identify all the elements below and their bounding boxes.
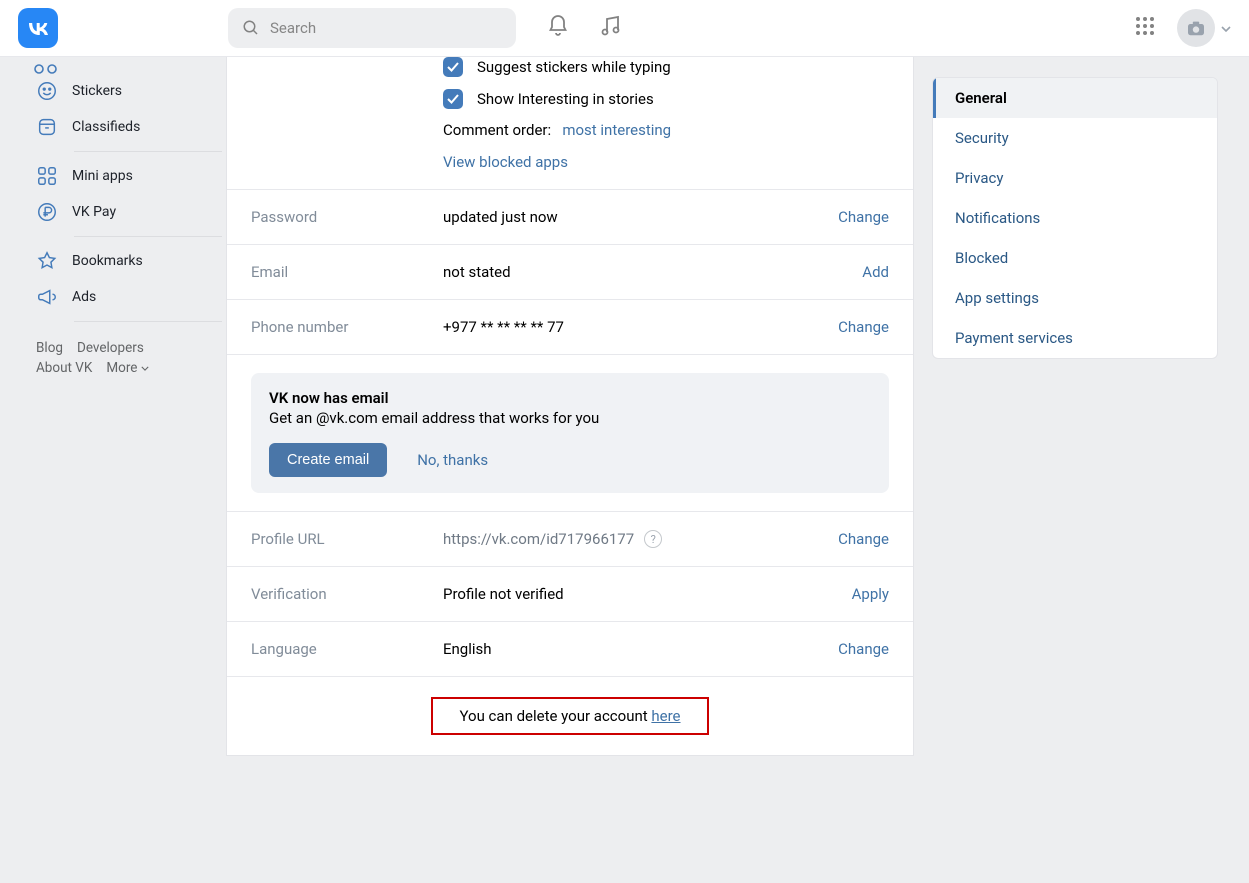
sidebar-item-label: Mini apps bbox=[72, 168, 133, 184]
dismiss-promo-link[interactable]: No, thanks bbox=[417, 451, 488, 469]
footer-links: Blog Developers About VK More bbox=[36, 340, 226, 376]
side-tab-general[interactable]: General bbox=[933, 78, 1217, 118]
box-icon bbox=[36, 116, 58, 138]
sidebar-item-label: VK Pay bbox=[72, 204, 116, 220]
settings-panel: Suggest stickers while typing Show Inter… bbox=[226, 57, 914, 756]
divider bbox=[74, 321, 222, 322]
profile-menu[interactable] bbox=[1177, 9, 1231, 47]
delete-account-text: You can delete your account bbox=[459, 707, 651, 725]
view-blocked-apps-link[interactable]: View blocked apps bbox=[443, 153, 889, 171]
star-icon bbox=[36, 250, 58, 272]
apply-verification-link[interactable]: Apply bbox=[852, 585, 889, 603]
comment-order-label: Comment order: bbox=[443, 121, 551, 139]
side-tab-payment[interactable]: Payment services bbox=[933, 318, 1217, 358]
checkbox-checked-icon bbox=[443, 57, 463, 77]
row-value: not stated bbox=[443, 263, 862, 281]
profile-url-prefix: https://vk.com/ bbox=[443, 530, 546, 548]
row-value: English bbox=[443, 640, 838, 658]
search-input[interactable]: Search bbox=[228, 8, 516, 48]
sidebar-item-label: Ads bbox=[72, 289, 96, 305]
row-profile-url: Profile URL https://vk.com/id717966177 ?… bbox=[227, 511, 913, 567]
row-label: Language bbox=[251, 640, 443, 658]
notifications-icon[interactable] bbox=[546, 14, 570, 42]
row-label: Profile URL bbox=[251, 530, 443, 548]
music-icon[interactable] bbox=[598, 14, 622, 42]
change-url-link[interactable]: Change bbox=[838, 530, 889, 548]
add-email-link[interactable]: Add bbox=[862, 263, 889, 281]
sidebar-item-ads[interactable]: Ads bbox=[36, 279, 226, 315]
create-email-button[interactable]: Create email bbox=[269, 443, 387, 477]
footer-blog-link[interactable]: Blog bbox=[36, 340, 63, 356]
sidebar-item-label: Stickers bbox=[72, 83, 122, 99]
comment-order-value[interactable]: most interesting bbox=[562, 121, 671, 139]
megaphone-icon bbox=[36, 286, 58, 308]
delete-account-row: You can delete your account here bbox=[227, 676, 913, 755]
row-label: Email bbox=[251, 263, 443, 281]
divider bbox=[74, 236, 222, 237]
row-language: Language English Change bbox=[227, 622, 913, 676]
divider bbox=[74, 151, 222, 152]
chevron-down-icon bbox=[1221, 21, 1231, 36]
row-value: updated just now bbox=[443, 208, 838, 226]
left-sidebar: Stickers Classifieds Mini apps VK Pay Bo… bbox=[18, 57, 226, 756]
row-value: +977 ** ** ** ** 77 bbox=[443, 318, 838, 336]
change-phone-link[interactable]: Change bbox=[838, 318, 889, 336]
setting-show-interesting[interactable]: Show Interesting in stories bbox=[443, 89, 889, 109]
vk-logo[interactable] bbox=[18, 8, 58, 48]
side-tab-notifications[interactable]: Notifications bbox=[933, 198, 1217, 238]
ruble-icon bbox=[36, 201, 58, 223]
row-value: Profile not verified bbox=[443, 585, 852, 603]
side-tab-privacy[interactable]: Privacy bbox=[933, 158, 1217, 198]
comment-order-row: Comment order: most interesting bbox=[443, 121, 889, 139]
chevron-down-icon bbox=[141, 366, 149, 371]
search-placeholder: Search bbox=[270, 19, 316, 37]
sidebar-item-miniapps[interactable]: Mini apps bbox=[36, 158, 226, 194]
sidebar-item-stickers[interactable]: Stickers bbox=[36, 73, 226, 109]
avatar bbox=[1177, 9, 1215, 47]
row-email: Email not stated Add bbox=[227, 245, 913, 300]
change-password-link[interactable]: Change bbox=[838, 208, 889, 226]
sidebar-item-vkpay[interactable]: VK Pay bbox=[36, 194, 226, 230]
checkbox-label: Show Interesting in stories bbox=[477, 90, 654, 108]
footer-about-link[interactable]: About VK bbox=[36, 360, 92, 376]
row-label: Phone number bbox=[251, 318, 443, 336]
side-tab-blocked[interactable]: Blocked bbox=[933, 238, 1217, 278]
row-phone: Phone number +977 ** ** ** ** 77 Change bbox=[227, 300, 913, 355]
row-label: Password bbox=[251, 208, 443, 226]
sidebar-item-classifieds[interactable]: Classifieds bbox=[36, 109, 226, 145]
row-label: Verification bbox=[251, 585, 443, 603]
checkbox-label: Suggest stickers while typing bbox=[477, 58, 671, 76]
checkbox-checked-icon bbox=[443, 89, 463, 109]
side-tab-security[interactable]: Security bbox=[933, 118, 1217, 158]
apps-icon bbox=[36, 165, 58, 187]
change-language-link[interactable]: Change bbox=[838, 640, 889, 658]
setting-suggest-stickers[interactable]: Suggest stickers while typing bbox=[443, 57, 889, 77]
footer-more-link[interactable]: More bbox=[106, 360, 149, 376]
row-value: https://vk.com/id717966177 ? bbox=[443, 530, 838, 548]
row-verification: Verification Profile not verified Apply bbox=[227, 567, 913, 622]
sidebar-item-label: Classifieds bbox=[72, 119, 140, 135]
footer-developers-link[interactable]: Developers bbox=[77, 340, 144, 356]
settings-side-nav: General Security Privacy Notifications B… bbox=[932, 57, 1218, 756]
side-tab-appsettings[interactable]: App settings bbox=[933, 278, 1217, 318]
sidebar-item-bookmarks[interactable]: Bookmarks bbox=[36, 243, 226, 279]
row-password: Password updated just now Change bbox=[227, 190, 913, 245]
delete-account-link[interactable]: here bbox=[651, 707, 680, 725]
sidebar-item-label: Bookmarks bbox=[72, 253, 143, 269]
promo-title: VK now has email bbox=[269, 389, 871, 407]
help-icon[interactable]: ? bbox=[644, 530, 662, 548]
services-grid-icon[interactable] bbox=[1135, 16, 1155, 40]
profile-url-id: id717966177 bbox=[546, 530, 634, 548]
smile-icon bbox=[36, 80, 58, 102]
email-promo: VK now has email Get an @vk.com email ad… bbox=[251, 373, 889, 493]
promo-sub: Get an @vk.com email address that works … bbox=[269, 409, 871, 427]
